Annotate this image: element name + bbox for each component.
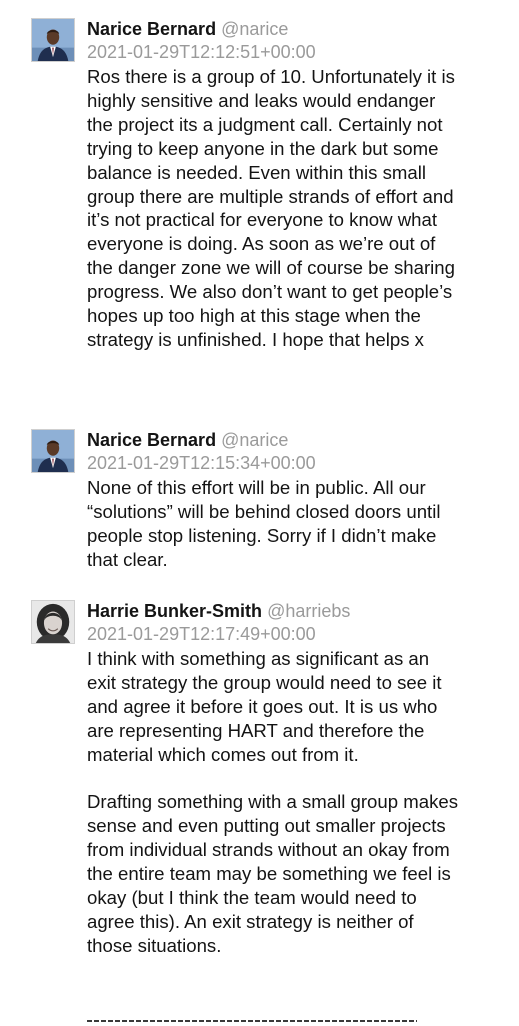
post-body: I think with something as significant as… <box>87 647 461 958</box>
post-paragraph: Ros there is a group of 10. Unfortunatel… <box>87 66 455 350</box>
user-avatar-woman-icon[interactable] <box>31 600 75 644</box>
user-avatar-man-suit-icon[interactable] <box>31 429 75 473</box>
post-body: None of this effort will be in public. A… <box>87 476 461 572</box>
post-header: Narice Bernard @narice <box>87 18 288 40</box>
post-paragraph: None of this effort will be in public. A… <box>87 477 441 570</box>
truncated-text-line <box>87 1016 417 1026</box>
post-timestamp: 2021-01-29T12:12:51+00:00 <box>87 42 316 62</box>
author-name[interactable]: Narice Bernard <box>87 430 216 450</box>
author-handle[interactable]: @narice <box>221 430 288 450</box>
author-name[interactable]: Narice Bernard <box>87 19 216 39</box>
post-body: Ros there is a group of 10. Unfortunatel… <box>87 65 461 352</box>
author-name[interactable]: Harrie Bunker-Smith <box>87 601 262 621</box>
post-header: Narice Bernard @narice <box>87 429 288 451</box>
post-timestamp: 2021-01-29T12:17:49+00:00 <box>87 624 316 644</box>
user-avatar-man-suit-icon[interactable] <box>31 18 75 62</box>
post-paragraph: Drafting something with a small group ma… <box>87 791 459 956</box>
post-paragraph: I think with something as significant as… <box>87 648 442 765</box>
author-handle[interactable]: @harriebs <box>267 601 350 621</box>
author-handle[interactable]: @narice <box>221 19 288 39</box>
post-timestamp: 2021-01-29T12:15:34+00:00 <box>87 453 316 473</box>
post-header: Harrie Bunker-Smith @harriebs <box>87 600 350 622</box>
